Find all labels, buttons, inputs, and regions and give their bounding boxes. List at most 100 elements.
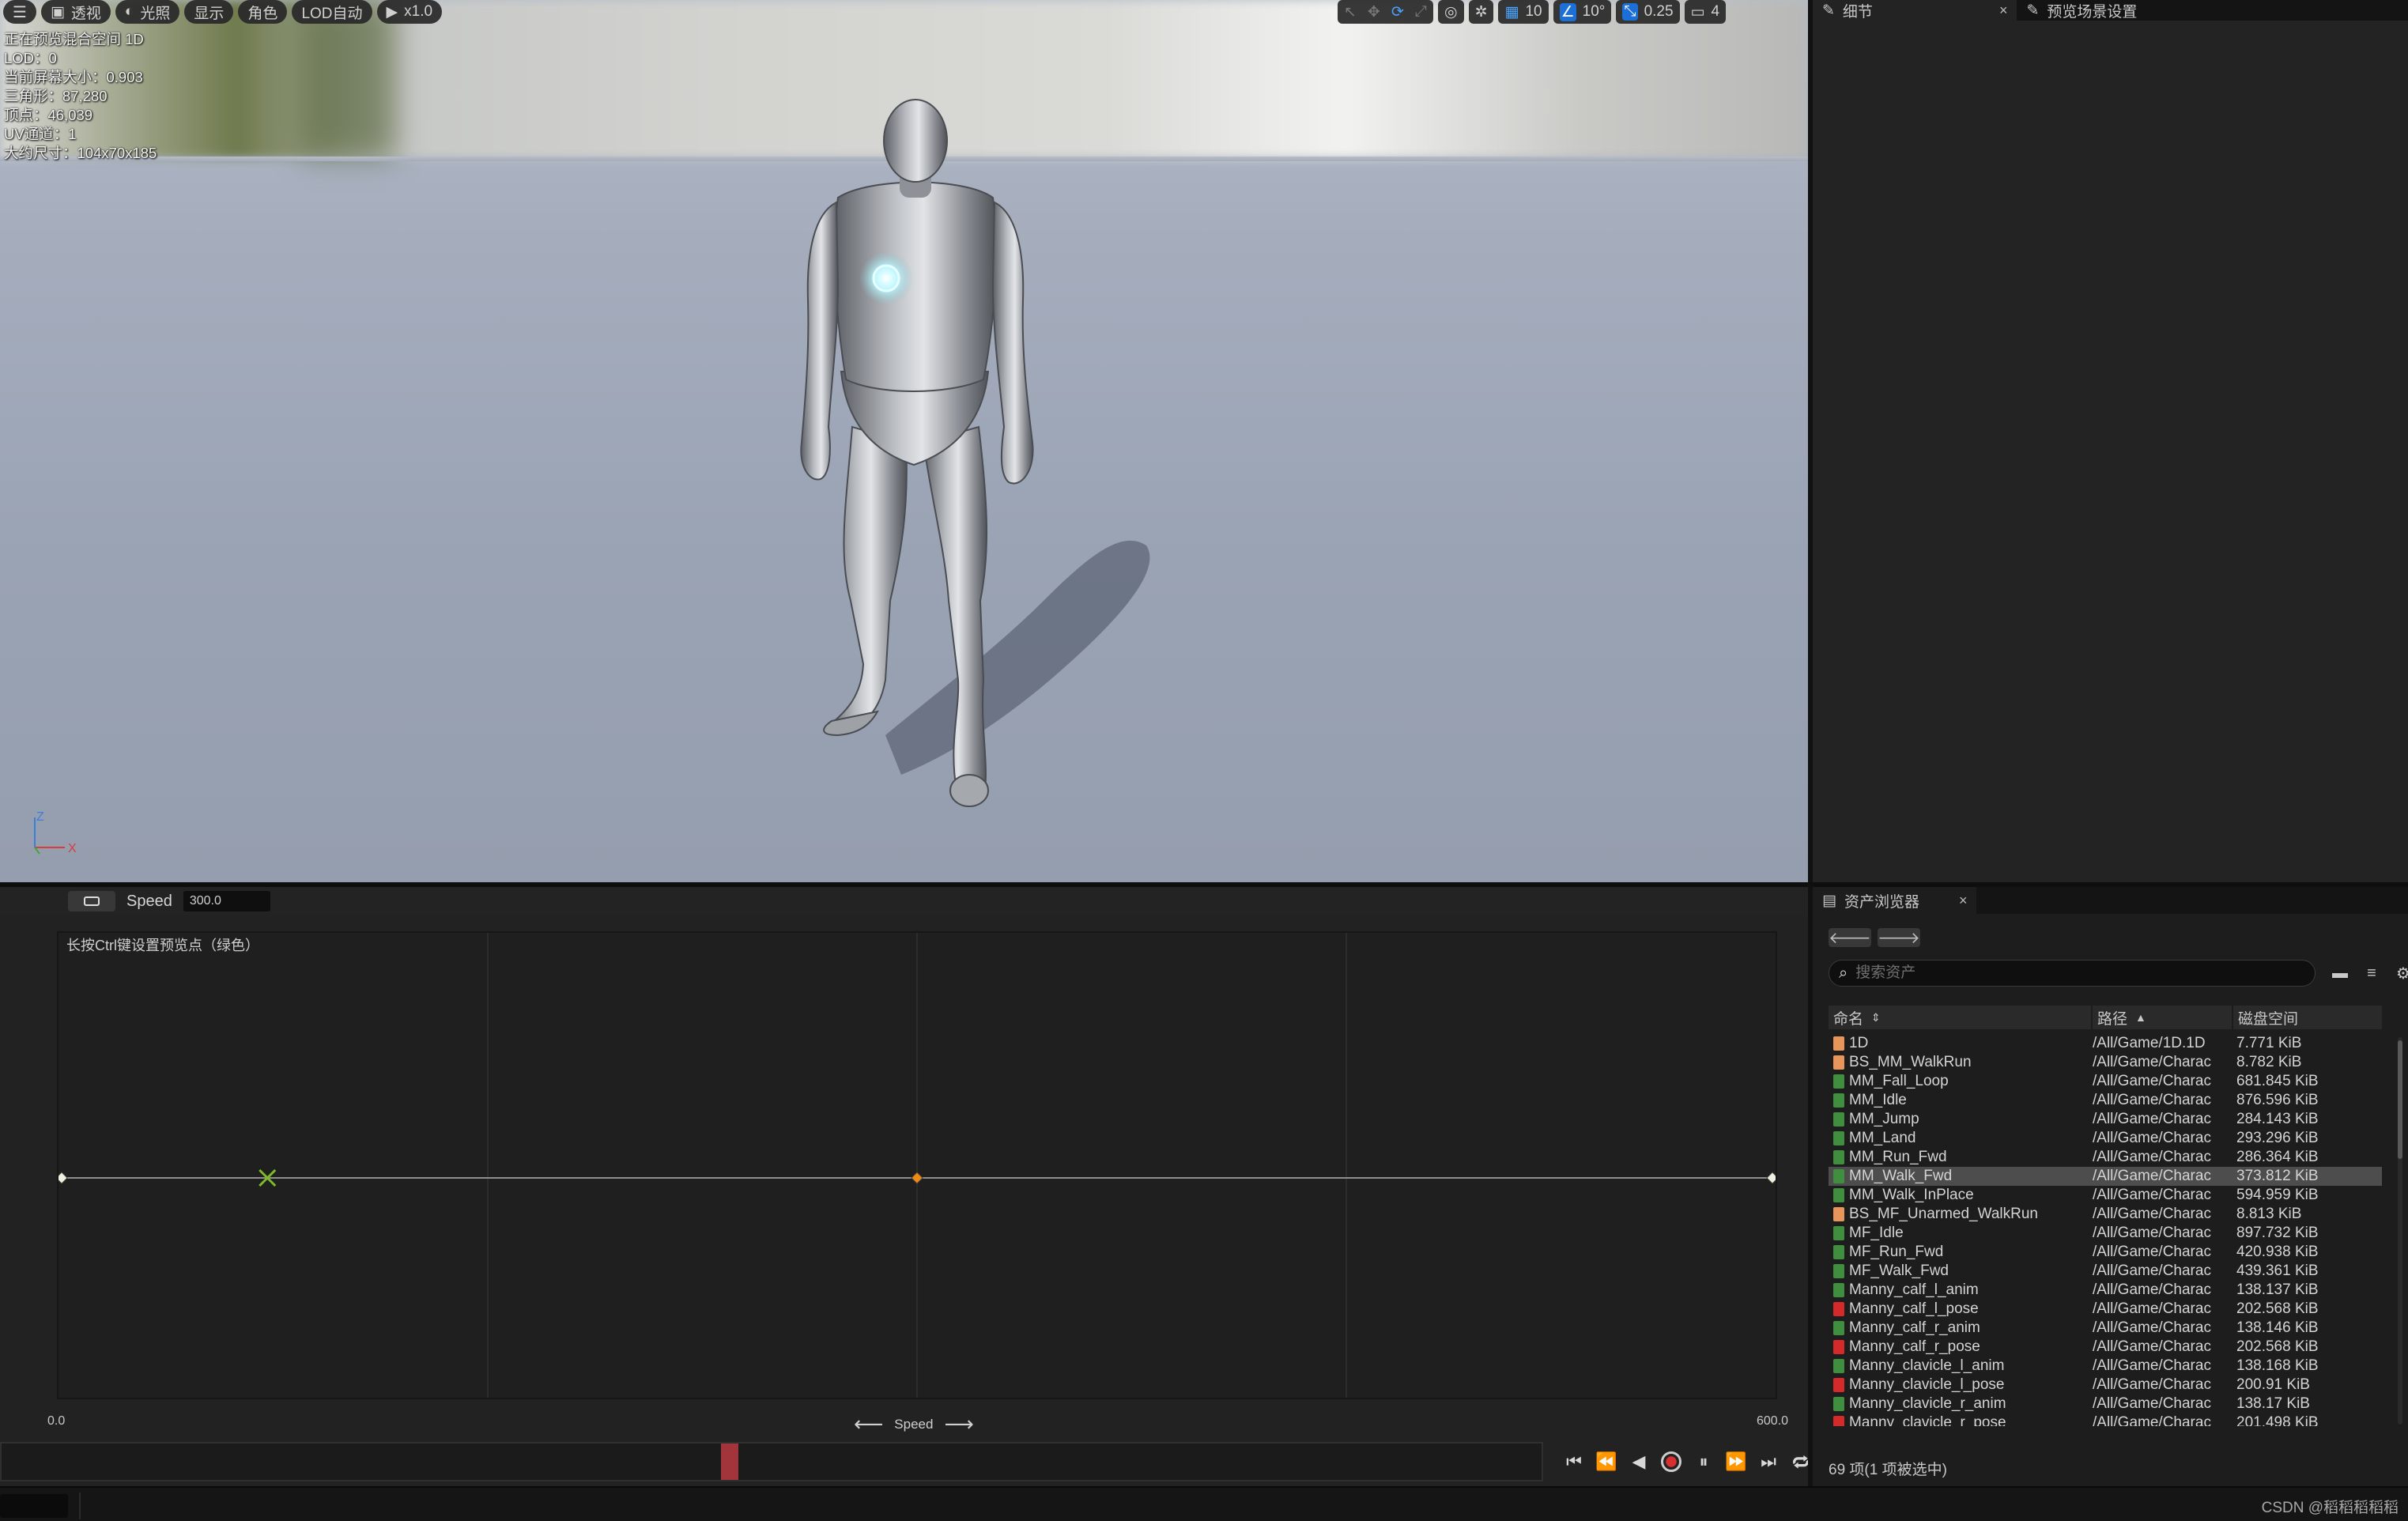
character-mannequin[interactable] [0, 0, 1808, 882]
status-bar: CSDN @稻稻稻稻稻 [0, 1486, 2408, 1521]
asset-path: /All/Game/Charac [2093, 1168, 2211, 1184]
rotate-icon[interactable]: ⟳ [1391, 3, 1404, 21]
asset-row[interactable]: BS_MF_Unarmed_WalkRun/All/Game/Charac 8.8… [1829, 1205, 2382, 1224]
sample-point[interactable] [1766, 1172, 1776, 1184]
blend-space-graph[interactable] [57, 931, 1777, 1399]
perspective-label: 透视 [70, 5, 101, 22]
asset-search-input[interactable] [1855, 964, 2283, 982]
asset-row[interactable]: Manny_calf_r_anim/All/Game/Charac 138.146… [1829, 1319, 2382, 1338]
lighting-button[interactable]: ◐ 光照 [115, 0, 180, 24]
asset-name-cell: MM_Run_Fwd [1829, 1149, 2089, 1166]
asset-row[interactable]: Manny_calf_l_pose/All/Game/Charac 202.568… [1829, 1300, 2382, 1319]
asset-name: Manny_clavicle_r_anim [1849, 1395, 2006, 1412]
tab-preview-scene-settings[interactable]: ✎ 预览场景设置 [2017, 0, 2146, 21]
timeline-scrubber[interactable] [0, 1442, 1543, 1481]
asset-name-cell: BS_MF_Unarmed_WalkRun [1829, 1206, 2089, 1223]
asset-size: 286.364 KiB [2236, 1149, 2319, 1165]
asset-list-scrollbar[interactable] [2398, 1037, 2402, 1425]
asset-row[interactable]: MM_Fall_Loop/All/Game/Charac 681.845 KiB [1829, 1072, 2382, 1091]
asset-row[interactable]: Manny_clavicle_l_anim/All/Game/Charac 138… [1829, 1357, 2382, 1376]
speed-param-input[interactable]: 300.0 [183, 891, 270, 911]
column-size-label: 磁盘空间 [2238, 1010, 2299, 1028]
pause-button[interactable]: ⏸ [1690, 1445, 1717, 1478]
asset-row[interactable]: BS_MM_WalkRun/All/Game/Charac 8.782 KiB [1829, 1053, 2382, 1072]
column-size-header[interactable]: 磁盘空间 [2233, 1006, 2382, 1029]
asset-type-icon [1833, 1131, 1844, 1145]
translate-icon[interactable]: ✥ [1368, 3, 1380, 21]
column-name-header[interactable]: 命名 ⇕ [1829, 1006, 2093, 1029]
angle-icon: ∠ [1559, 2, 1576, 21]
asset-type-icon [1833, 1245, 1844, 1259]
record-button[interactable] [1658, 1445, 1685, 1478]
asset-row[interactable]: MM_Walk_InPlace/All/Game/Charac 594.959 K… [1829, 1186, 2382, 1205]
asset-row[interactable]: MF_Idle/All/Game/Charac 897.732 KiB [1829, 1224, 2382, 1243]
grid-snap-value: 10 [1525, 3, 1542, 20]
asset-row[interactable]: Manny_calf_l_anim/All/Game/Charac 138.137… [1829, 1281, 2382, 1300]
asset-size: 138.17 KiB [2236, 1395, 2310, 1412]
settings-button[interactable]: ⚙ [2393, 963, 2408, 983]
arrow-right-icon: ⟶ [944, 1412, 974, 1436]
sample-point[interactable] [59, 1172, 68, 1184]
lod-button[interactable]: LOD自动 [292, 0, 372, 24]
step-forward-button[interactable]: ⏩ [1723, 1445, 1749, 1478]
status-box[interactable] [0, 1494, 68, 1518]
asset-row[interactable]: MM_Land/All/Game/Charac 293.296 KiB [1829, 1129, 2382, 1148]
toggle-view-button[interactable] [68, 891, 115, 911]
asset-type-icon [1833, 1207, 1844, 1221]
tab-details[interactable]: ✎ 细节 × [1813, 0, 2017, 21]
surface-snap-button[interactable]: ✲ [1468, 0, 1494, 24]
play-reverse-button[interactable]: ◀ [1625, 1445, 1652, 1478]
step-back-button[interactable]: ⏪ [1593, 1445, 1620, 1478]
asset-row[interactable]: MM_Walk_Fwd/All/Game/Charac 373.812 KiB [1829, 1167, 2382, 1186]
show-button[interactable]: 显示 [184, 0, 234, 24]
asset-size: 897.732 KiB [2236, 1225, 2319, 1241]
asset-row[interactable]: MM_Run_Fwd/All/Game/Charac 286.364 KiB [1829, 1148, 2382, 1167]
blend-space-plot[interactable] [59, 933, 1776, 1398]
asset-row[interactable]: Manny_clavicle_r_pose/All/Game/Charac 201… [1829, 1413, 2382, 1426]
tab-details-close-icon[interactable]: × [1999, 2, 2008, 19]
perspective-button[interactable]: ▣ 透视 [40, 0, 111, 24]
filter-button[interactable]: ≡ [2361, 963, 2382, 983]
asset-row[interactable]: MM_Jump/All/Game/Charac 284.143 KiB [1829, 1110, 2382, 1129]
filter-icon: ≡ [2367, 964, 2376, 982]
asset-row[interactable]: 1D/All/Game/1D.1D 7.771 KiB [1829, 1034, 2382, 1053]
camera-speed-button[interactable]: ▭ 4 [1684, 0, 1727, 24]
asset-browser-tabbar: ▤ 资产浏览器 × [1813, 887, 2408, 914]
viewport-menu-button[interactable]: ☰ [3, 0, 36, 24]
folder-button[interactable]: ▬ [2330, 963, 2350, 983]
asset-type-icon [1833, 1378, 1844, 1392]
asset-name: Manny_calf_l_anim [1849, 1281, 1979, 1298]
asset-row[interactable]: MF_Run_Fwd/All/Game/Charac 420.938 KiB [1829, 1243, 2382, 1262]
scale-icon[interactable]: ⤢ [1415, 3, 1427, 21]
asset-name: Manny_clavicle_l_anim [1849, 1357, 2005, 1374]
asset-list[interactable]: 1D/All/Game/1D.1D 7.771 KiB BS_MM_WalkRun /… [1829, 1034, 2382, 1426]
asset-row[interactable]: Manny_calf_r_pose/All/Game/Charac 202.568… [1829, 1338, 2382, 1357]
nav-back-button[interactable]: 🡐 [1829, 928, 1871, 947]
viewport[interactable]: ☰ ▣ 透视 ◐ 光照 显示 角色 LOD自动 ▶ x1.0 ↖ ✥ ⟳ ⤢ ◎… [0, 0, 1808, 882]
asset-type-icon [1833, 1226, 1844, 1240]
scale-snap-icon: ⤡ [1622, 3, 1638, 21]
grid-snap-button[interactable]: ▦ 10 [1498, 0, 1549, 24]
status-divider [79, 1493, 81, 1519]
skip-to-end-button[interactable]: ⏭ [1755, 1445, 1782, 1478]
character-button[interactable]: 角色 [238, 0, 288, 24]
timeline-playhead[interactable] [721, 1444, 739, 1480]
asset-browser-close-icon[interactable]: × [1959, 893, 1968, 909]
transform-tools-group[interactable]: ↖ ✥ ⟳ ⤢ [1338, 0, 1433, 24]
scale-snap-button[interactable]: ⤡ 0.25 [1616, 0, 1680, 24]
world-local-button[interactable]: ◎ [1437, 0, 1464, 24]
asset-row[interactable]: Manny_clavicle_l_pose/All/Game/Charac 200… [1829, 1376, 2382, 1395]
play-speed-button[interactable]: ▶ x1.0 [376, 0, 443, 24]
asset-size: 138.137 KiB [2236, 1281, 2319, 1298]
select-icon[interactable]: ↖ [1344, 3, 1357, 21]
sample-point[interactable] [911, 1172, 923, 1184]
asset-row[interactable]: Manny_clavicle_r_anim/All/Game/Charac 138… [1829, 1395, 2382, 1413]
nav-forward-button[interactable]: 🡒 [1878, 928, 1920, 947]
column-path-header[interactable]: 路径 ▲ [2093, 1006, 2233, 1029]
skip-to-start-button[interactable]: ⏮ [1561, 1445, 1587, 1478]
asset-row[interactable]: MM_Idle/All/Game/Charac 876.596 KiB [1829, 1091, 2382, 1110]
asset-row[interactable]: MF_Walk_Fwd/All/Game/Charac 439.361 KiB [1829, 1262, 2382, 1281]
asset-name: MM_Fall_Loop [1849, 1073, 1949, 1089]
tab-asset-browser[interactable]: ▤ 资产浏览器 × [1813, 887, 1977, 914]
rotation-snap-button[interactable]: ∠ 10° [1553, 0, 1612, 24]
